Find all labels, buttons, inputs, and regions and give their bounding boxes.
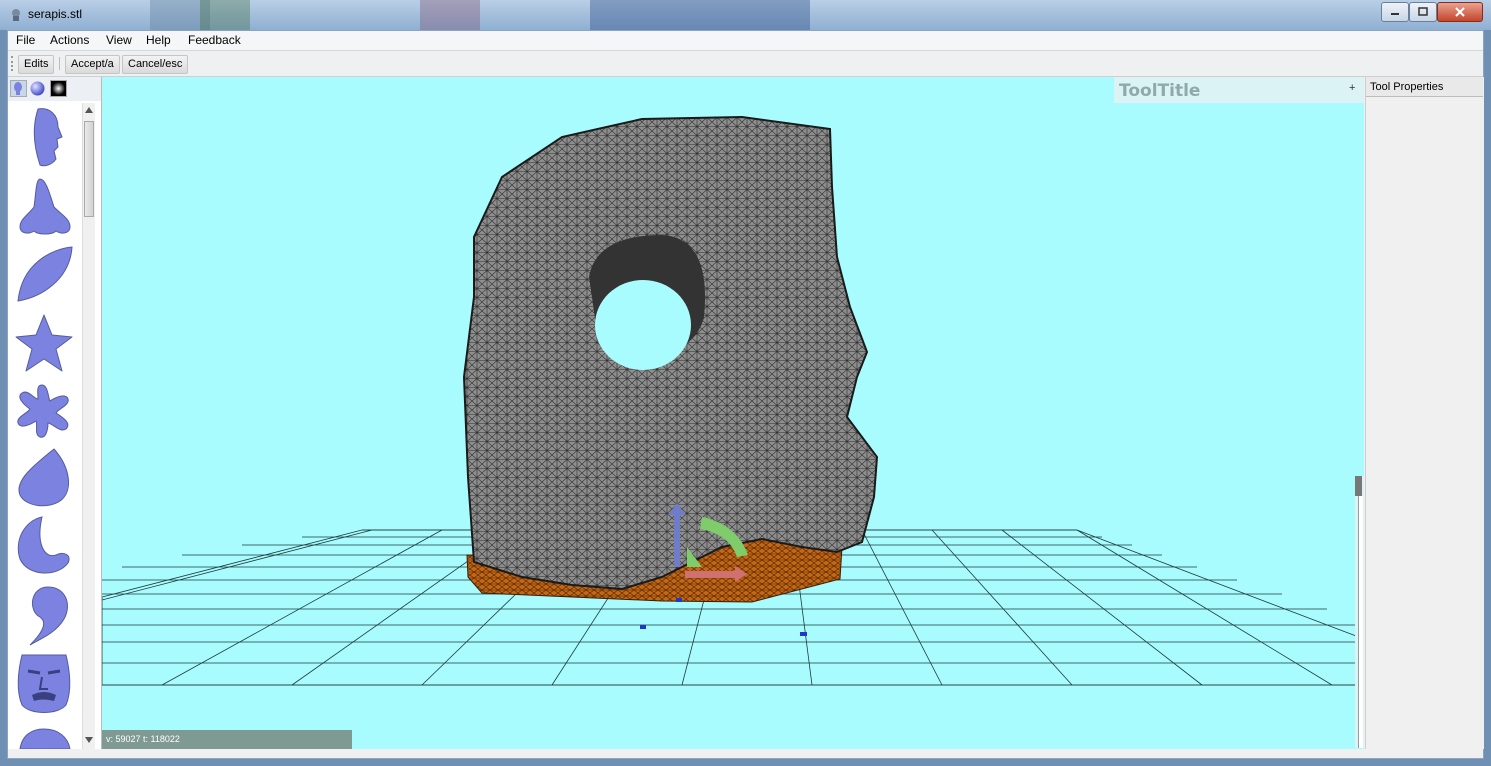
nose-icon[interactable] <box>12 175 76 241</box>
black-square-tab-icon[interactable] <box>50 80 67 97</box>
leaf-icon[interactable] <box>12 243 76 309</box>
menu-file[interactable]: File <box>16 33 35 47</box>
star-icon[interactable] <box>12 311 76 377</box>
minimize-button[interactable] <box>1381 2 1409 22</box>
app-icon <box>12 9 20 21</box>
head-tab-icon[interactable] <box>10 80 27 97</box>
menu-help[interactable]: Help <box>146 33 171 47</box>
menu-view[interactable]: View <box>106 33 132 47</box>
3d-viewport[interactable]: ToolTitle + v: 59027 t: 118022 <box>102 77 1364 749</box>
toolbar-separator <box>59 57 60 70</box>
maximize-icon <box>1418 7 1428 16</box>
marker <box>800 632 807 636</box>
menu-actions[interactable]: Actions <box>50 33 89 47</box>
background-thumbnail <box>200 0 250 30</box>
splat-icon[interactable] <box>12 379 76 445</box>
tool-properties-header: Tool Properties <box>1366 77 1483 97</box>
toolbar: Edits Accept/a Cancel/esc <box>8 51 1483 77</box>
window-title: serapis.stl <box>28 7 83 21</box>
tool-properties-title: Tool Properties <box>1370 81 1444 93</box>
sphere-tab-icon[interactable] <box>29 80 46 97</box>
blob-curved-icon[interactable] <box>12 515 76 581</box>
scene-canvas[interactable] <box>102 77 1364 749</box>
close-icon <box>1455 7 1465 17</box>
background-thumbnail <box>420 0 480 30</box>
status-bar: v: 59027 t: 118022 <box>102 730 352 749</box>
marker <box>640 625 646 629</box>
menu-bar: File Actions View Help Feedback <box>8 31 1483 51</box>
scroll-down-icon[interactable] <box>85 737 93 743</box>
face-profile-icon[interactable] <box>12 107 76 173</box>
mesh-stats: v: 59027 t: 118022 <box>106 734 180 744</box>
hole <box>595 280 691 370</box>
menu-feedback[interactable]: Feedback <box>188 33 241 47</box>
minimize-icon <box>1391 13 1399 15</box>
scroll-up-icon[interactable] <box>85 107 93 113</box>
background-thumbnail <box>590 0 810 30</box>
comma-icon[interactable] <box>12 583 76 649</box>
maximize-button[interactable] <box>1409 2 1437 22</box>
tool-properties-panel: Tool Properties <box>1365 77 1484 749</box>
splitter-handle[interactable] <box>1355 476 1362 496</box>
blob-icon[interactable] <box>12 447 76 513</box>
tool-title-panel: ToolTitle + <box>1114 77 1364 103</box>
splitter-track <box>1358 496 1363 748</box>
tool-title-expand-button[interactable]: + <box>1349 82 1355 94</box>
accept-button[interactable]: Accept/a <box>65 55 120 74</box>
marker <box>676 598 682 602</box>
palette-scrollbar[interactable] <box>82 103 95 749</box>
half-sphere-icon[interactable] <box>12 719 76 749</box>
palette-tabs <box>8 77 101 101</box>
close-button[interactable] <box>1437 2 1483 22</box>
toolbar-grip[interactable] <box>11 56 15 71</box>
tool-title: ToolTitle <box>1119 81 1201 101</box>
title-bar: serapis.stl <box>0 0 1491 30</box>
panel-splitter[interactable] <box>1355 476 1364 748</box>
shape-palette <box>8 77 102 749</box>
edits-button[interactable]: Edits <box>18 55 55 74</box>
cancel-button[interactable]: Cancel/esc <box>122 55 189 74</box>
scroll-thumb[interactable] <box>84 121 94 217</box>
mask-icon[interactable] <box>12 651 76 717</box>
